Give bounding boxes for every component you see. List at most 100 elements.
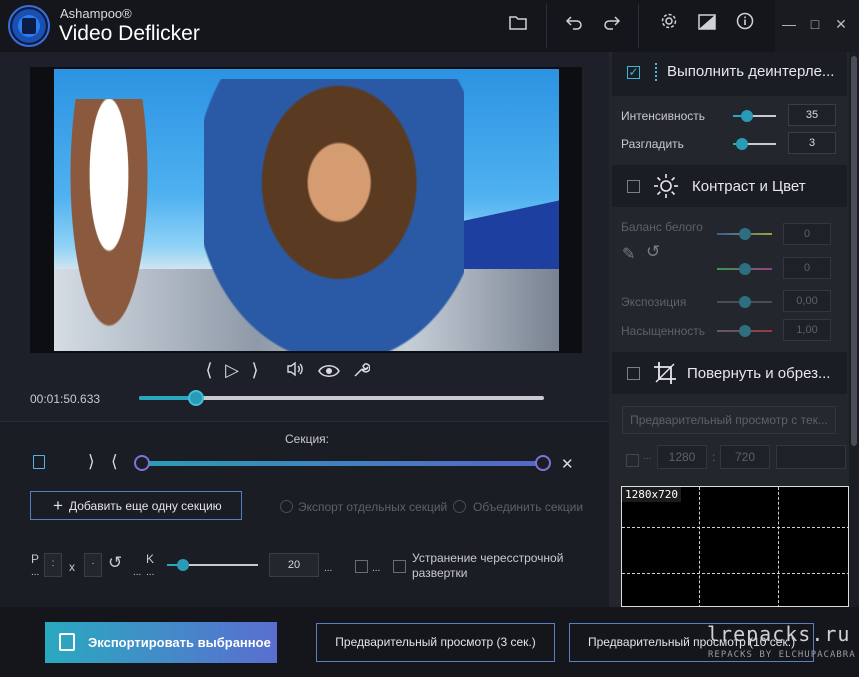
info-icon[interactable] <box>732 12 758 38</box>
wrench-icon[interactable] <box>350 361 372 384</box>
eyedropper-icon: ✎ <box>622 246 636 263</box>
reset-icon[interactable]: ↺ <box>108 553 122 573</box>
section-end-handle[interactable] <box>535 455 551 471</box>
export-separate-radio[interactable] <box>280 500 293 513</box>
saturation-slider <box>717 325 772 337</box>
saturation-handle <box>739 325 751 337</box>
white-balance-label: Баланс белого <box>621 220 703 234</box>
deinterlace-title: Выполнить деинтерле... <box>667 63 835 80</box>
option-slider[interactable] <box>167 559 258 571</box>
maximize-icon[interactable]: □ <box>805 14 825 34</box>
compare-view-icon[interactable] <box>694 12 720 38</box>
merge-sections-radio[interactable] <box>453 500 466 513</box>
section-title: Секция: <box>285 432 329 446</box>
saturation-value: 1,00 <box>783 319 831 341</box>
right-panel-scrollbar[interactable] <box>849 52 859 607</box>
export-selected-button[interactable]: Экспортировать выбранное <box>45 622 277 663</box>
watermark-site: lrepacks.ru <box>707 622 851 646</box>
app-title: Video Deflicker <box>59 22 200 45</box>
option-value-field[interactable]: 20 <box>269 553 319 577</box>
crop-preview-resolution: 1280x720 <box>622 487 681 502</box>
add-section-label: Добавить еще одну секцию <box>69 499 222 513</box>
undo-icon[interactable] <box>561 12 587 38</box>
minimize-icon[interactable]: — <box>779 14 799 34</box>
k-label: K <box>146 552 155 566</box>
section-prev-icon[interactable]: ⟨ <box>111 452 118 472</box>
deinterlace-icon <box>655 63 657 81</box>
p-value-box[interactable]: : <box>44 553 62 577</box>
exposure-slider <box>717 296 772 308</box>
add-section-button[interactable]: + Добавить еще одну секцию <box>30 491 242 520</box>
export-separate-label: Экспорт отдельных секций <box>298 500 448 514</box>
white-balance-reset-icon: ↺ <box>646 242 661 261</box>
crop-size-separator: : <box>712 450 716 464</box>
section-range-bar[interactable] <box>139 461 545 466</box>
crop-checkbox[interactable] <box>627 367 640 380</box>
intensity-slider[interactable] <box>733 110 776 122</box>
settings-gear-icon[interactable] <box>656 12 682 38</box>
previous-frame-icon[interactable]: ⟨ <box>198 360 220 381</box>
smooth-label: Разгладить <box>621 137 684 151</box>
window-controls: — □ ✕ <box>775 0 859 52</box>
section-export-icon[interactable] <box>33 455 45 469</box>
white-balance-value-2: 0 <box>783 257 831 279</box>
video-preview[interactable] <box>54 69 559 351</box>
play-icon[interactable]: ▷ <box>221 360 243 381</box>
deinterlace-option-label: Устранение чересстрочной развертки <box>412 551 564 580</box>
option-checkbox[interactable] <box>355 560 368 573</box>
exposure-label: Экспозиция <box>621 295 687 309</box>
white-balance-value-1: 0 <box>783 223 831 245</box>
deinterlace-option-checkbox[interactable] <box>393 560 406 573</box>
exposure-handle <box>739 296 751 308</box>
next-frame-icon[interactable]: ⟩ <box>244 360 266 381</box>
preview-3s-button[interactable]: Предварительный просмотр (3 сек.) <box>316 623 555 662</box>
ratio-value-box[interactable]: · <box>84 553 102 577</box>
export-icon <box>59 633 75 651</box>
crop-size-checkbox <box>626 454 639 467</box>
option-checkbox-dots: ... <box>372 563 381 574</box>
seek-bar-handle[interactable] <box>187 390 204 406</box>
crop-width-field: 1280 <box>657 445 707 469</box>
white-balance-slider-1 <box>717 228 772 240</box>
smooth-value[interactable]: 3 <box>788 132 836 154</box>
crop-title: Повернуть и обрез... <box>687 365 831 382</box>
white-balance-handle-1 <box>739 228 751 240</box>
app-logo-icon <box>8 5 50 47</box>
intensity-slider-handle[interactable] <box>741 110 753 122</box>
after-value-dots: ... <box>324 563 333 574</box>
timecode: 00:01:50.633 <box>30 392 101 406</box>
crop-extra-field <box>776 445 846 469</box>
seek-bar[interactable] <box>139 390 544 406</box>
crop-height-field: 720 <box>720 445 770 469</box>
plus-icon: + <box>53 496 63 515</box>
x-label: x <box>69 560 75 574</box>
redo-icon[interactable] <box>599 12 625 38</box>
volume-icon[interactable] <box>284 361 306 382</box>
saturation-label: Насыщенность <box>621 324 706 338</box>
scrollbar-thumb[interactable] <box>851 56 857 446</box>
open-folder-icon[interactable] <box>505 12 531 38</box>
close-icon[interactable]: ✕ <box>831 14 851 34</box>
brand-name: Ashampoo® <box>60 6 132 21</box>
watermark-sub: REPACKS BY ELCHUPACABRA <box>708 650 856 660</box>
contrast-checkbox[interactable] <box>627 180 640 193</box>
crop-icon <box>653 361 677 388</box>
p-label: P <box>31 552 40 566</box>
title-bar: Ashampoo® Video Deflicker — □ ✕ <box>0 0 859 52</box>
smooth-slider[interactable] <box>733 138 776 150</box>
remove-section-icon[interactable]: ✕ <box>561 455 574 473</box>
k-dots: ... <box>146 567 155 578</box>
section-start-handle[interactable] <box>134 455 150 471</box>
deinterlace-checkbox[interactable]: ✓ <box>627 66 640 79</box>
smooth-slider-handle[interactable] <box>736 138 748 150</box>
intensity-value[interactable]: 35 <box>788 104 836 126</box>
intensity-label: Интенсивность <box>621 109 706 123</box>
eye-icon[interactable] <box>316 362 342 383</box>
crop-preview-grid[interactable]: 1280x720 <box>621 486 849 607</box>
export-selected-label: Экспортировать выбранное <box>88 635 271 650</box>
mid-dots: ... <box>133 567 142 578</box>
exposure-value: 0,00 <box>783 290 831 312</box>
brightness-sun-icon <box>653 173 679 202</box>
section-next-icon[interactable]: ⟩ <box>88 452 95 472</box>
p-dots: ... <box>31 567 40 578</box>
